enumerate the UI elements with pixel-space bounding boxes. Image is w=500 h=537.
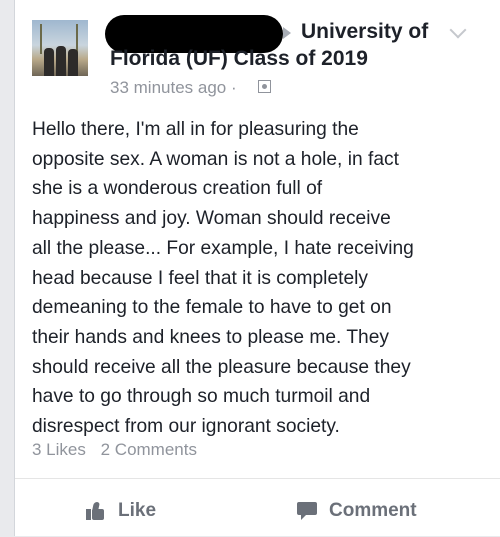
group-privacy-icon xyxy=(258,80,271,93)
avatar[interactable] xyxy=(32,20,88,76)
comments-count[interactable]: 2 Comments xyxy=(101,440,197,459)
thumbs-up-icon xyxy=(86,502,106,520)
post-stats: 3 Likes 2 Comments xyxy=(32,440,207,460)
post-card: University of Florida (UF) Class of 2019… xyxy=(14,0,500,536)
action-bar: Like Comment xyxy=(15,478,500,537)
group-name-line-1[interactable]: University of xyxy=(301,20,428,44)
likes-count[interactable]: 3 Likes xyxy=(32,440,86,459)
group-name-line-2[interactable]: Florida (UF) Class of 2019 xyxy=(110,47,368,71)
right-arrow-icon xyxy=(283,27,291,39)
post-body: Hello there, I'm all in for pleasuring t… xyxy=(32,119,414,438)
comment-button[interactable]: Comment xyxy=(297,499,417,523)
post-timestamp[interactable]: 33 minutes ago · xyxy=(110,78,237,98)
comment-label: Comment xyxy=(329,500,417,521)
like-label: Like xyxy=(118,500,157,521)
post-header: University of Florida (UF) Class of 2019… xyxy=(15,0,500,110)
chevron-down-icon[interactable] xyxy=(449,21,467,39)
comment-icon xyxy=(297,502,317,520)
like-button[interactable]: Like xyxy=(86,499,156,523)
